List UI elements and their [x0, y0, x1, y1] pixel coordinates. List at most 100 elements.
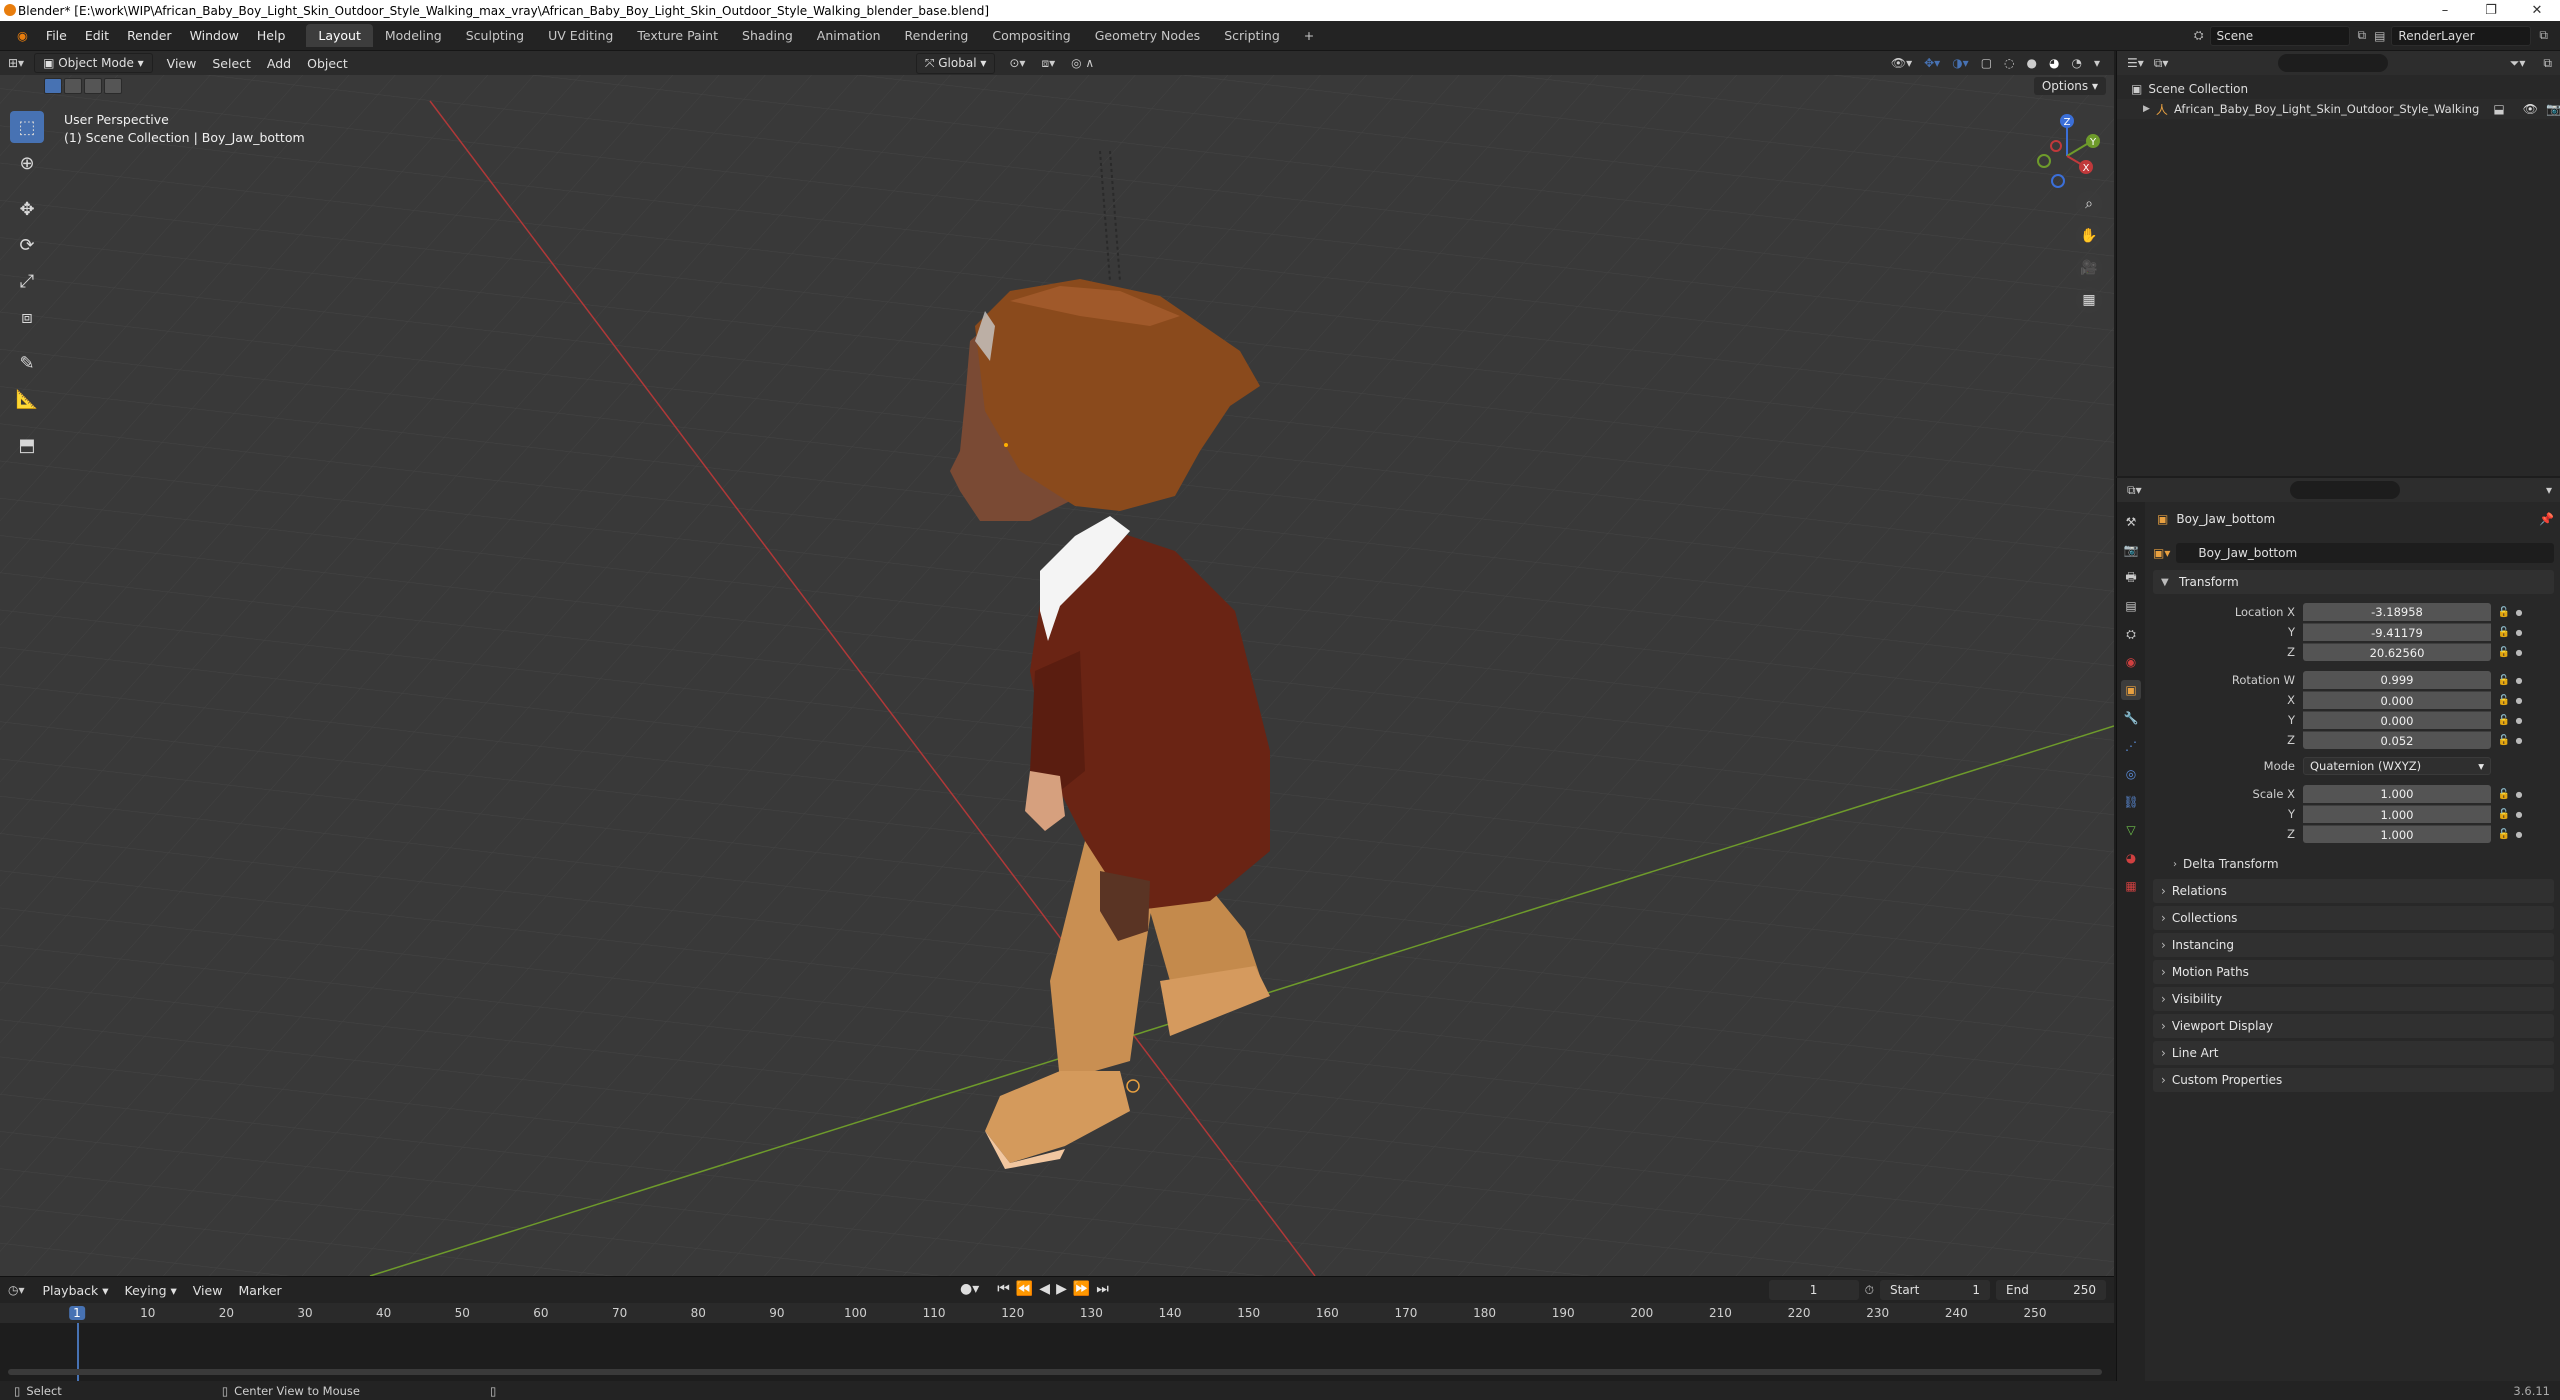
rotation-y-field[interactable]: 0.000: [2303, 711, 2491, 729]
zoom-icon[interactable]: ⌕: [2076, 191, 2102, 217]
timeline-scrollbar[interactable]: [8, 1369, 2102, 1375]
display-mode-icon[interactable]: ⧉▾: [2154, 56, 2169, 71]
location-z-field[interactable]: 20.62560: [2303, 643, 2491, 661]
tab-rendering[interactable]: Rendering: [893, 24, 981, 47]
record-icon[interactable]: ●▾: [960, 1281, 979, 1297]
scale-tool-icon[interactable]: ⤢: [10, 265, 44, 297]
transform-tool-icon[interactable]: ⧈: [10, 301, 44, 333]
menu-help[interactable]: Help: [248, 28, 295, 43]
play-reverse-icon[interactable]: ◀: [1039, 1281, 1050, 1297]
world-tab-icon[interactable]: ◉: [2121, 652, 2141, 672]
select-extend-icon[interactable]: [64, 78, 82, 94]
lock-icon[interactable]: 🔓: [2495, 647, 2513, 658]
custom-properties-panel[interactable]: › Custom Properties: [2153, 1068, 2554, 1092]
select-subtract-icon[interactable]: [84, 78, 102, 94]
rotate-tool-icon[interactable]: ⟳: [10, 229, 44, 261]
viewport-display-panel[interactable]: › Viewport Display: [2153, 1014, 2554, 1038]
keyframe-dot-icon[interactable]: ●: [2513, 736, 2525, 745]
outliner-item[interactable]: ▶ 人 African_Baby_Boy_Light_Skin_Outdoor_…: [2117, 99, 2560, 119]
render-tab-icon[interactable]: 📷: [2121, 540, 2141, 560]
proportional-edit-icon[interactable]: ◎ ∧: [1071, 56, 1094, 70]
menu-keying[interactable]: Keying ▾: [117, 1283, 185, 1298]
wireframe-shading-icon[interactable]: ◌: [2004, 56, 2014, 70]
jump-start-icon[interactable]: ⏮: [997, 1281, 1010, 1297]
keyframe-dot-icon[interactable]: ●: [2513, 716, 2525, 725]
keyframe-dot-icon[interactable]: ●: [2513, 696, 2525, 705]
delta-transform-panel[interactable]: › Delta Transform: [2153, 852, 2554, 876]
minimize-button[interactable]: –: [2422, 3, 2468, 18]
keyframe-dot-icon[interactable]: ●: [2513, 648, 2525, 657]
scale-z-field[interactable]: 1.000: [2303, 825, 2491, 843]
object-name-field[interactable]: Boy_Jaw_bottom: [2176, 543, 2554, 563]
editor-type-icon[interactable]: ⊞▾: [8, 56, 24, 70]
keyframe-dot-icon[interactable]: ●: [2513, 790, 2525, 799]
rotation-mode-dropdown[interactable]: Quaternion (WXYZ) ▾: [2303, 757, 2491, 775]
view-layer-tab-icon[interactable]: ▤: [2121, 596, 2141, 616]
texture-tab-icon[interactable]: ▦: [2121, 876, 2141, 896]
location-x-field[interactable]: -3.18958: [2303, 603, 2491, 621]
lock-icon[interactable]: 🔓: [2495, 627, 2513, 638]
add-workspace-button[interactable]: +: [1292, 24, 1326, 47]
menu-marker[interactable]: Marker: [230, 1283, 289, 1298]
start-frame-field[interactable]: Start 1: [1880, 1280, 1990, 1300]
tab-uv-editing[interactable]: UV Editing: [536, 24, 625, 47]
ortho-grid-icon[interactable]: ▦: [2076, 287, 2102, 313]
pivot-icon[interactable]: ⊙▾: [1009, 56, 1025, 70]
rotation-w-field[interactable]: 0.999: [2303, 671, 2491, 689]
new-view-layer-icon[interactable]: ⧉: [2539, 28, 2548, 43]
select-intersect-icon[interactable]: [104, 78, 122, 94]
pan-hand-icon[interactable]: ✋: [2076, 223, 2102, 249]
lock-icon[interactable]: 🔓: [2495, 607, 2513, 618]
blender-menu-icon[interactable]: ◉: [8, 28, 37, 43]
datablock-icon[interactable]: ▣▾: [2153, 546, 2170, 560]
transform-panel-header[interactable]: ▼ Transform: [2153, 570, 2554, 594]
properties-search-input[interactable]: [2289, 481, 2400, 499]
render-layer-selector[interactable]: RenderLayer: [2391, 25, 2532, 46]
prev-keyframe-icon[interactable]: ⏪: [1016, 1281, 1033, 1297]
material-shading-icon[interactable]: ◕: [2049, 56, 2059, 70]
data-tab-icon[interactable]: ▽: [2121, 820, 2141, 840]
shading-options-icon[interactable]: ▾: [2094, 56, 2100, 70]
menu-select[interactable]: Select: [204, 54, 259, 73]
annotate-tool-icon[interactable]: ✎: [10, 347, 44, 379]
menu-playback[interactable]: Playback ▾: [35, 1283, 117, 1298]
rendered-shading-icon[interactable]: ◔: [2071, 56, 2081, 70]
measure-tool-icon[interactable]: 📐: [10, 383, 44, 415]
frame-ruler[interactable]: 1 10 20 30 40 50 60 70 80 90 100 110 120 130 140 150 160…: [0, 1303, 2114, 1323]
relations-panel[interactable]: › Relations: [2153, 879, 2554, 903]
object-tab-icon[interactable]: ▣: [2121, 680, 2141, 700]
tab-sculpting[interactable]: Sculpting: [454, 24, 536, 47]
lock-icon[interactable]: 🔓: [2495, 789, 2513, 800]
current-frame-field[interactable]: 1: [1768, 1280, 1859, 1300]
transform-orientation-dropdown[interactable]: ⤧ Global ▾: [915, 52, 996, 74]
filter-icon[interactable]: ⏷▾: [2510, 56, 2526, 71]
lock-icon[interactable]: 🔓: [2495, 715, 2513, 726]
xray-icon[interactable]: ▢: [1981, 56, 1992, 70]
select-new-icon[interactable]: [44, 78, 62, 94]
particles-tab-icon[interactable]: ⋰: [2121, 736, 2141, 756]
stopwatch-icon[interactable]: ⏱: [1865, 1283, 1874, 1298]
keyframe-dot-icon[interactable]: ●: [2513, 676, 2525, 685]
visibility-icon[interactable]: 👁▾: [1891, 56, 1912, 70]
collections-panel[interactable]: › Collections: [2153, 906, 2554, 930]
outliner-scene-collection[interactable]: ▣ Scene Collection: [2117, 79, 2560, 99]
select-box-tool-icon[interactable]: ⬚: [10, 111, 44, 143]
tab-texture-paint[interactable]: Texture Paint: [625, 24, 730, 47]
tab-shading[interactable]: Shading: [730, 24, 805, 47]
lock-icon[interactable]: 🔓: [2495, 675, 2513, 686]
expand-arrow-icon[interactable]: ▶: [2143, 104, 2150, 114]
tool-tab-icon[interactable]: ⚒: [2121, 512, 2141, 532]
modifiers-tab-icon[interactable]: 🔧: [2121, 708, 2141, 728]
menu-view[interactable]: View: [159, 54, 205, 73]
scene-selector[interactable]: Scene: [2209, 25, 2350, 46]
menu-render[interactable]: Render: [118, 28, 181, 43]
options-dropdown[interactable]: Options ▾: [2033, 77, 2106, 95]
scale-x-field[interactable]: 1.000: [2303, 785, 2491, 803]
menu-add[interactable]: Add: [259, 54, 299, 73]
menu-object[interactable]: Object: [299, 54, 356, 73]
camera-render-icon[interactable]: 📷: [2546, 102, 2560, 116]
tab-modeling[interactable]: Modeling: [373, 24, 454, 47]
menu-window[interactable]: Window: [181, 28, 248, 43]
lock-icon[interactable]: 🔓: [2495, 829, 2513, 840]
keyframe-dot-icon[interactable]: ●: [2513, 628, 2525, 637]
